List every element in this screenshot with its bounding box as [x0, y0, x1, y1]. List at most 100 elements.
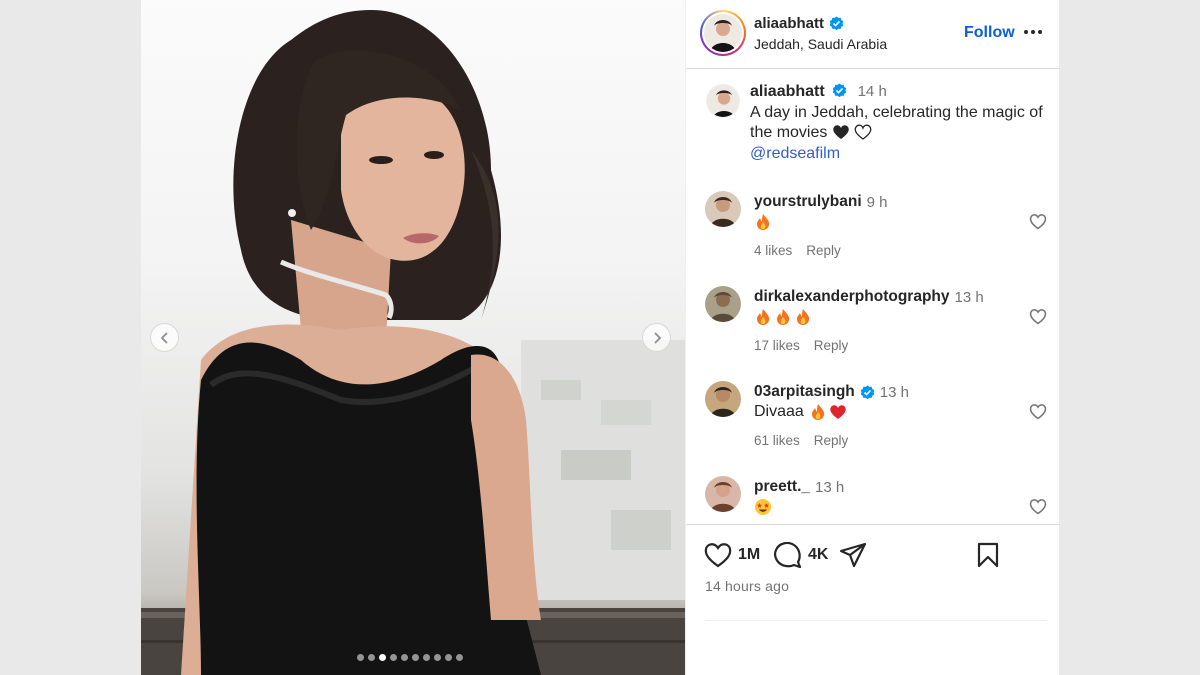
post-media[interactable] [141, 0, 685, 675]
white-heart-icon [854, 124, 872, 140]
comment-reply-button[interactable]: Reply [814, 338, 849, 353]
carousel-dot [456, 654, 463, 661]
comment-text [754, 308, 812, 326]
caption-text: A day in Jeddah, celebrating the magic o… [750, 103, 1043, 142]
comment-reply-button[interactable]: Reply [814, 433, 849, 448]
carousel-dot [357, 654, 364, 661]
commenter-avatar-image [705, 381, 741, 417]
action-bar: 1M 4K 14 hours ago [686, 524, 1060, 675]
carousel-dot [423, 654, 430, 661]
comment-like-heart-icon [1029, 499, 1047, 515]
post-location[interactable]: Jeddah, Saudi Arabia [754, 36, 887, 52]
comment-button[interactable]: 4K [774, 542, 828, 568]
fire-emoji-icon [757, 214, 770, 230]
comment-row: dirkalexanderphotography 13 h 17 likes Repl… [686, 286, 1060, 366]
star-struck-emoji-icon [755, 499, 771, 515]
like-button[interactable]: 1M [704, 542, 760, 568]
commenter-avatar[interactable] [705, 191, 741, 227]
caption-username[interactable]: aliaabhatt [750, 83, 825, 100]
comment-reply-button[interactable]: Reply [806, 243, 841, 258]
comment-like-button[interactable] [1029, 308, 1047, 330]
black-heart-icon [833, 125, 849, 139]
mention-link[interactable]: @redseafilm [750, 145, 840, 162]
comments-list[interactable]: aliaabhatt 14 h A day in Jeddah, celebra… [686, 70, 1060, 524]
caption-avatar[interactable] [706, 84, 740, 118]
verified-badge-icon [860, 384, 875, 399]
divider [705, 620, 1047, 621]
send-icon [839, 542, 867, 568]
author-avatar-image [704, 14, 742, 52]
carousel-dot [401, 654, 408, 661]
comment-count: 4K [808, 546, 829, 563]
chevron-left-icon [160, 331, 168, 344]
bookmark-icon [977, 542, 999, 568]
carousel-dot [368, 654, 375, 661]
carousel-dot [390, 654, 397, 661]
commenter-avatar[interactable] [705, 286, 741, 322]
red-heart-emoji-icon [830, 405, 846, 419]
commenter-avatar-image [705, 286, 741, 322]
author-avatar[interactable] [700, 10, 746, 56]
verified-badge-icon [829, 16, 844, 31]
commenter-avatar-image [705, 191, 741, 227]
carousel-dot [412, 654, 419, 661]
more-options-button[interactable] [1024, 30, 1042, 34]
comment-meta: 61 likes Reply [754, 433, 848, 448]
follow-button[interactable]: Follow [964, 24, 1015, 42]
carousel-indicator [357, 654, 463, 661]
comment-meta: 17 likes Reply [754, 338, 848, 353]
fire-emoji-icon [797, 309, 810, 325]
like-count[interactable]: 1M [738, 546, 760, 564]
commenter-header: yourstrulybani 9 h [754, 193, 888, 211]
commenter-username[interactable]: dirkalexanderphotography [754, 288, 950, 306]
comment-likes-count[interactable]: 17 likes [754, 338, 800, 353]
commenter-username[interactable]: 03arpitasingh [754, 383, 855, 401]
fire-emoji-icon [777, 309, 790, 325]
comment-timestamp: 9 h [866, 193, 888, 211]
comment-row: 03arpitasingh 13 h Divaaa 61 likes Reply [686, 381, 1060, 461]
comment-timestamp: 13 h [815, 478, 845, 496]
caption-avatar-image [707, 85, 739, 117]
caption-timestamp: 14 h [857, 83, 887, 100]
comment-text [754, 498, 772, 516]
save-button[interactable] [976, 542, 1000, 568]
author-username[interactable]: aliaabhatt [754, 15, 844, 32]
comment-like-heart-icon [1029, 404, 1047, 420]
fire-emoji-icon [811, 404, 824, 420]
comment-row: yourstrulybani 9 h 4 likes Reply [686, 191, 1060, 271]
comment-text [754, 213, 772, 231]
comment-like-button[interactable] [1029, 403, 1047, 425]
commenter-username[interactable]: yourstrulybani [754, 193, 862, 211]
post-timestamp: 14 hours ago [705, 578, 790, 594]
comment-timestamp: 13 h [954, 288, 984, 306]
commenter-avatar[interactable] [705, 476, 741, 512]
share-button[interactable] [839, 542, 867, 568]
comment-likes-count[interactable]: 61 likes [754, 433, 800, 448]
carousel-dot [445, 654, 452, 661]
commenter-avatar-image [705, 476, 741, 512]
verified-badge-icon [832, 83, 847, 98]
more-options-icon [1024, 30, 1028, 34]
author-username-text[interactable]: aliaabhatt [754, 15, 824, 32]
commenter-header: 03arpitasingh 13 h [754, 383, 909, 401]
heart-icon [704, 543, 732, 568]
comment-timestamp: 13 h [879, 383, 909, 401]
comment-like-heart-icon [1029, 309, 1047, 325]
post-photo [141, 10, 685, 675]
previous-image-button[interactable] [150, 323, 179, 352]
next-image-button[interactable] [642, 323, 671, 352]
comment-text-content: Divaaa [754, 403, 804, 420]
fire-emoji-icon [757, 309, 770, 325]
comment-text: Divaaa [754, 403, 847, 421]
commenter-avatar[interactable] [705, 381, 741, 417]
comment-like-button[interactable] [1029, 213, 1047, 235]
carousel-dot [379, 654, 386, 661]
commenter-header: preett._ 13 h [754, 478, 844, 496]
comment-likes-count[interactable]: 4 likes [754, 243, 792, 258]
comment-like-heart-icon [1029, 214, 1047, 230]
comment-like-button[interactable] [1029, 498, 1047, 520]
carousel-dot [434, 654, 441, 661]
post-details-panel: aliaabhatt Jeddah, Saudi Arabia Follow a… [685, 0, 1060, 675]
chevron-right-icon [653, 331, 661, 344]
commenter-username[interactable]: preett._ [754, 478, 810, 496]
